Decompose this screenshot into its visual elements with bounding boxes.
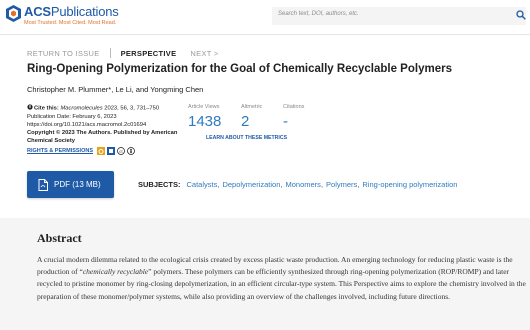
abstract-text: A crucial modern dilemma related to the … (37, 254, 529, 303)
author-list[interactable]: Christopher M. Plummer*, Le Li, and Yong… (27, 85, 203, 94)
pdf-file-icon (38, 178, 48, 191)
brand-name: ACS (24, 4, 51, 19)
subjects-label: SUBJECTS: (138, 180, 181, 189)
nav-divider (109, 48, 111, 58)
rights-permissions-link[interactable]: RIGHTS & PERMISSIONS (27, 147, 93, 155)
pdf-download-button[interactable]: PDF (13 MB) (27, 171, 114, 198)
cite-label[interactable]: Cite this: (34, 106, 59, 112)
article-title: Ring-Opening Polymerization for the Goal… (27, 63, 452, 75)
return-to-issue-link[interactable]: RETURN TO ISSUE (27, 49, 100, 58)
publication-date: Publication Date: February 6, 2023 (27, 113, 117, 120)
subject-separator: , (320, 180, 324, 189)
subject-link[interactable]: Catalysts (187, 180, 218, 189)
open-access-icon (97, 146, 106, 155)
views-label: Article Views (188, 104, 220, 110)
citations-value: - (283, 113, 288, 130)
altmetric-label: Altmetric (241, 104, 263, 110)
subjects-bar: SUBJECTS: Catalysts, Depolymerization, M… (138, 180, 457, 189)
subject-separator: , (280, 180, 283, 189)
cite-details: 2023, 56, 3, 731–750 (104, 105, 160, 112)
metric-altmetric: Altmetric 2 (241, 104, 262, 130)
learn-about-metrics-link[interactable]: LEARN ABOUT THESE METRICS (206, 135, 287, 141)
subject-link[interactable]: Ring-opening polymerization (362, 180, 457, 189)
cite-icon[interactable] (27, 104, 33, 110)
acs-logo[interactable]: ACSPublications Most Trusted. Most Cited… (6, 5, 119, 26)
subject-link[interactable]: Monomers (286, 180, 321, 189)
article-nav: RETURN TO ISSUE PERSPECTIVE NEXT > (27, 48, 219, 58)
abstract-emphasis: chemically recyclable (82, 267, 149, 277)
search-placeholder: Search text, DOI, authors, etc. (278, 11, 359, 17)
next-article-link[interactable]: NEXT > (190, 49, 218, 58)
subject-separator: , (217, 180, 220, 189)
doi-link[interactable]: https://doi.org/10.1021/acs.macromol.2c0… (27, 121, 187, 129)
acs-open-icon (107, 146, 116, 155)
article-type-label: PERSPECTIVE (120, 48, 177, 58)
subject-separator: , (357, 180, 360, 189)
subject-link[interactable]: Depolymerization (222, 180, 280, 189)
views-value: 1438 (188, 113, 222, 130)
search-input[interactable]: Search text, DOI, authors, etc. (272, 7, 526, 25)
search-icon[interactable] (516, 10, 526, 20)
abstract-section: Abstract A crucial modern dilemma relate… (0, 218, 530, 330)
metric-views: Article Views 1438 (188, 104, 221, 130)
brand-tagline: Most Trusted. Most Cited. Most Read. (24, 20, 117, 26)
cc-icon: cc (117, 146, 125, 155)
brand-suffix: Publications (50, 4, 119, 19)
acs-logo-icon (6, 5, 21, 22)
cite-journal: Macromolecules (60, 105, 103, 112)
copyright-text: Copyright © 2023 The Authors. Published … (27, 130, 178, 145)
svg-text:cc: cc (119, 149, 123, 153)
subject-link[interactable]: Polymers (326, 180, 357, 189)
citations-label: Citations (283, 104, 305, 110)
attribution-icon (127, 146, 135, 155)
altmetric-value[interactable]: 2 (241, 113, 262, 130)
metric-citations: Citations - (283, 104, 304, 130)
pdf-button-label: PDF (13 MB) (54, 180, 101, 189)
citation-block: Cite this: Macromolecules 2023, 56, 3, 7… (27, 104, 187, 155)
site-header: ACSPublications Most Trusted. Most Cited… (0, 0, 530, 35)
abstract-heading: Abstract (37, 231, 82, 245)
